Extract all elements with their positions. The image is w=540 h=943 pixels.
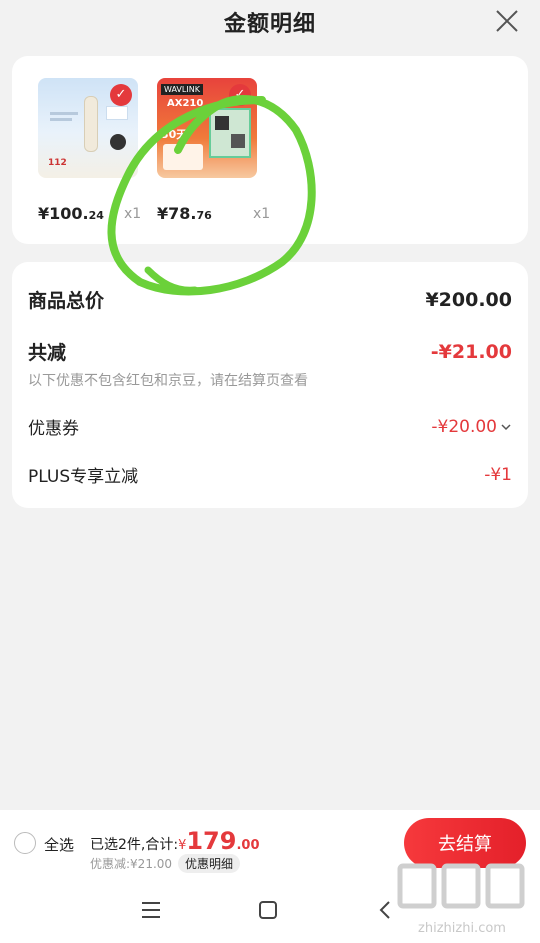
product-price: ¥100.24 [38, 204, 104, 223]
thumbnail-tag: 112 [48, 158, 67, 168]
selection-total: 已选2件,合计:¥179.00 [90, 827, 260, 855]
discount-note: 以下优惠不包含红包和京豆，请在结算页查看 [28, 373, 308, 389]
checkout-bar: 全选 已选2件,合计:¥179.00 优惠减:¥21.00 优惠明细 去结算 [0, 810, 540, 876]
selected-check-icon: ✓ [110, 84, 132, 106]
product-quantity: x1 [124, 206, 142, 222]
product-thumbnail[interactable]: 112 ✓ [38, 78, 138, 178]
product-price: ¥78.76 [157, 204, 212, 223]
plus-discount-value: -¥1 [484, 464, 512, 485]
home-icon[interactable] [256, 898, 280, 922]
plus-discount-label: PLUS专享立减 [28, 467, 139, 487]
discount-summary: 优惠减:¥21.00 优惠明细 [90, 854, 241, 873]
coupon-label: 优惠券 [28, 419, 79, 439]
coupon-row[interactable]: 优惠券 -¥20.00 [28, 414, 512, 439]
select-all-label[interactable]: 全选 [44, 834, 74, 855]
close-icon[interactable] [494, 8, 520, 34]
goods-total-label: 商品总价 [28, 290, 105, 312]
checkout-button[interactable]: 去结算 [404, 818, 526, 868]
back-icon[interactable] [374, 898, 398, 922]
product-list-card: 112 ✓ ¥100.24 x1 WAVLINK AX210 30天 ✓ ¥78… [12, 56, 528, 244]
select-all-checkbox[interactable] [14, 832, 36, 854]
system-nav-bar [0, 876, 540, 943]
selected-check-icon: ✓ [229, 84, 251, 106]
total-reduction-row: 共减 -¥21.00 [28, 338, 512, 365]
coupon-value[interactable]: -¥20.00 [431, 417, 512, 437]
thumbnail-promo: 30天 [161, 128, 188, 141]
menu-icon[interactable] [139, 898, 163, 922]
product-thumbnail[interactable]: WAVLINK AX210 30天 ✓ [157, 78, 257, 178]
product-item[interactable]: 112 ✓ ¥100.24 x1 [38, 78, 148, 223]
discount-detail-button[interactable]: 优惠明细 [178, 854, 241, 873]
total-reduction-label: 共减 [28, 342, 67, 364]
product-quantity: x1 [253, 206, 271, 222]
price-summary-card: 商品总价 ¥200.00 共减 -¥21.00 以下优惠不包含红包和京豆，请在结… [12, 262, 528, 508]
product-item[interactable]: WAVLINK AX210 30天 ✓ ¥78.76 x1 [157, 78, 270, 223]
thumbnail-brand: WAVLINK [161, 84, 203, 95]
thumbnail-model: AX210 [167, 98, 204, 109]
goods-total-value: ¥200.00 [425, 288, 512, 311]
plus-discount-row: PLUS专享立减 -¥1 [28, 462, 512, 488]
page-title: 金额明细 [223, 12, 316, 37]
header: 金额明细 [0, 0, 540, 44]
chevron-down-icon [501, 423, 511, 430]
goods-total-row: 商品总价 ¥200.00 [28, 286, 512, 313]
total-reduction-value: -¥21.00 [430, 340, 512, 363]
